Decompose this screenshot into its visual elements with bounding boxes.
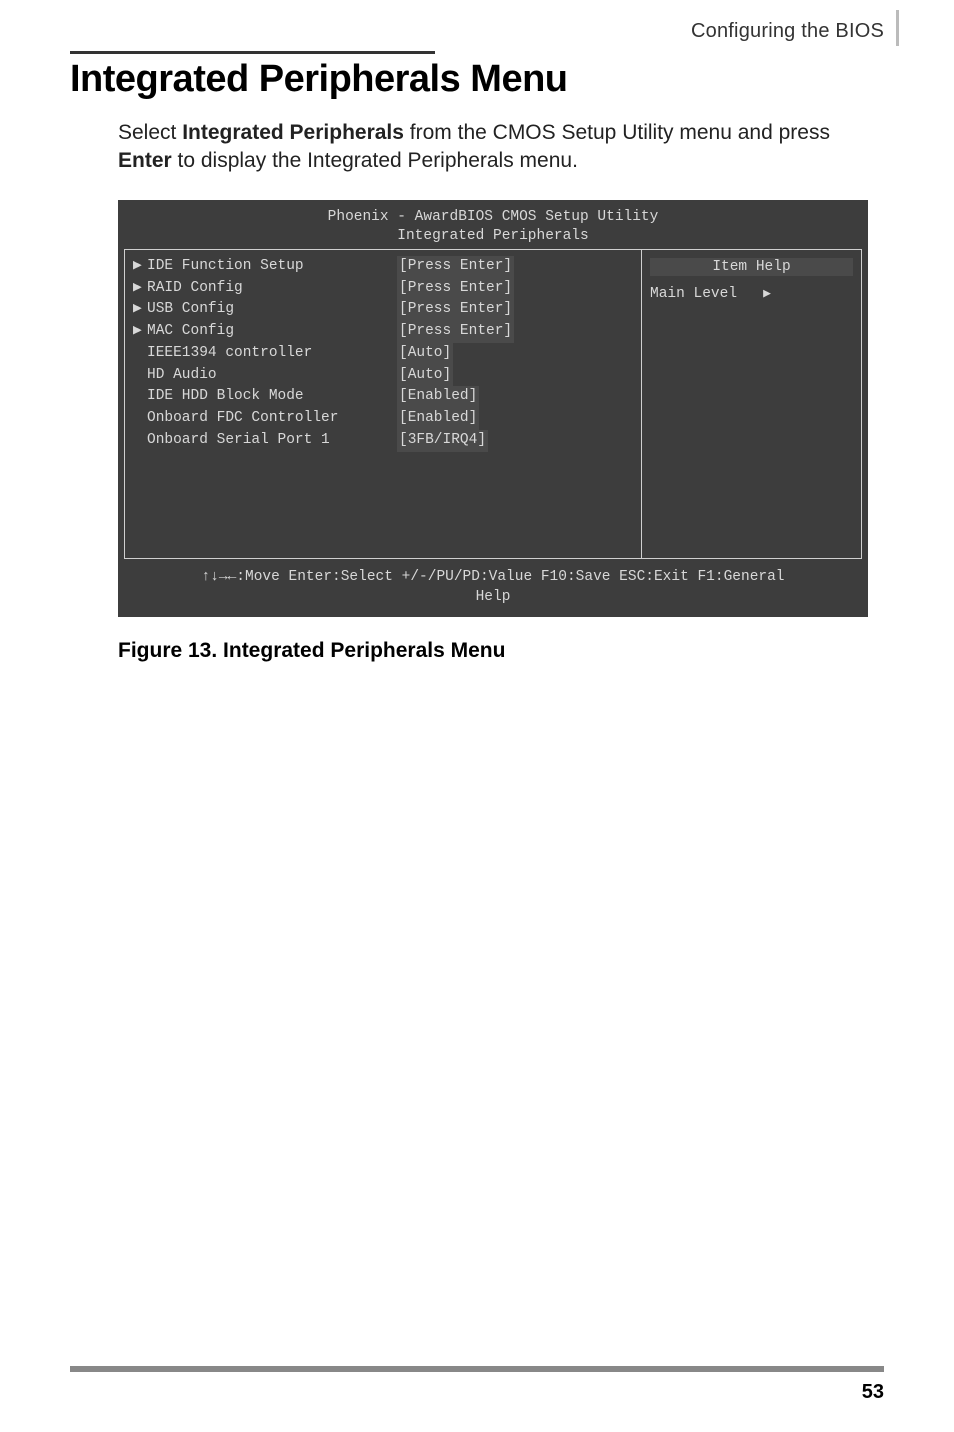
bios-item-label: Onboard Serial Port 1 xyxy=(147,430,397,452)
bios-footer-line2: Help xyxy=(124,587,862,607)
bios-item-label: RAID Config xyxy=(147,278,397,300)
bios-item-value: [Press Enter] xyxy=(397,256,514,278)
bios-footer: ↑↓→←:Move Enter:Select +/-/PU/PD:Value F… xyxy=(124,559,862,608)
intro-text: Select xyxy=(118,121,182,144)
title-divider xyxy=(70,51,435,54)
submenu-arrow-icon: ▶ xyxy=(133,321,147,343)
footer-divider xyxy=(70,1366,884,1372)
bios-item-value: [Auto] xyxy=(397,365,453,387)
bios-row: ▶MAC Config[Press Enter] xyxy=(133,321,633,343)
bios-row: ▶RAID Config[Press Enter] xyxy=(133,278,633,300)
bios-row: ▶IDE Function Setup[Press Enter] xyxy=(133,256,633,278)
bios-row: IEEE1394 controller[Auto] xyxy=(133,343,633,365)
bios-row: Onboard Serial Port 1[3FB/IRQ4] xyxy=(133,430,633,452)
bios-item-value: [Press Enter] xyxy=(397,321,514,343)
bios-frame: ▶IDE Function Setup[Press Enter] ▶RAID C… xyxy=(124,249,862,559)
bios-title: Phoenix - AwardBIOS CMOS Setup Utility I… xyxy=(124,204,862,249)
bios-item-label: IDE Function Setup xyxy=(147,256,397,278)
bios-row: Onboard FDC Controller[Enabled] xyxy=(133,408,633,430)
submenu-arrow-icon: ▶ xyxy=(133,256,147,278)
bios-item-value: [Press Enter] xyxy=(397,278,514,300)
bios-title-line1: Phoenix - AwardBIOS CMOS Setup Utility xyxy=(124,208,862,228)
bios-row: HD Audio[Auto] xyxy=(133,365,633,387)
bios-row: ▶USB Config[Press Enter] xyxy=(133,299,633,321)
bios-item-value: [Auto] xyxy=(397,343,453,365)
bios-help-title: Item Help xyxy=(650,258,853,276)
bios-screenshot: Phoenix - AwardBIOS CMOS Setup Utility I… xyxy=(118,200,868,618)
header-side-rule xyxy=(896,10,899,46)
bios-left-panel: ▶IDE Function Setup[Press Enter] ▶RAID C… xyxy=(125,250,641,558)
bios-item-value: [Press Enter] xyxy=(397,299,514,321)
intro-paragraph: Select Integrated Peripherals from the C… xyxy=(118,119,884,176)
intro-text-post: to display the Integrated Peripherals me… xyxy=(172,149,578,172)
intro-bold-2: Enter xyxy=(118,149,172,172)
level-arrow-icon: ▶ xyxy=(763,286,771,301)
bios-help-level-label: Main Level xyxy=(650,286,737,302)
bios-help-panel: Item Help Main Level ▶ xyxy=(641,250,861,558)
bios-item-label: Onboard FDC Controller xyxy=(147,408,397,430)
bios-item-label: USB Config xyxy=(147,299,397,321)
page-number: 53 xyxy=(862,1381,884,1404)
intro-bold-1: Integrated Peripherals xyxy=(182,121,404,144)
figure-caption: Figure 13. Integrated Peripherals Menu xyxy=(118,639,884,663)
page-title: Integrated Peripherals Menu xyxy=(70,58,884,101)
bios-item-value: [3FB/IRQ4] xyxy=(397,430,488,452)
submenu-arrow-icon: ▶ xyxy=(133,278,147,300)
bios-row: IDE HDD Block Mode[Enabled] xyxy=(133,386,633,408)
bios-item-label: MAC Config xyxy=(147,321,397,343)
bios-footer-line1: ↑↓→←:Move Enter:Select +/-/PU/PD:Value F… xyxy=(124,567,862,587)
bios-item-label: IDE HDD Block Mode xyxy=(147,386,397,408)
submenu-arrow-icon: ▶ xyxy=(133,299,147,321)
header-section-label: Configuring the BIOS xyxy=(70,20,884,43)
bios-help-body: Main Level ▶ xyxy=(650,286,853,302)
bios-item-label: HD Audio xyxy=(147,365,397,387)
bios-item-value: [Enabled] xyxy=(397,408,479,430)
bios-item-label: IEEE1394 controller xyxy=(147,343,397,365)
intro-text-mid: from the CMOS Setup Utility menu and pre… xyxy=(404,121,830,144)
bios-item-value: [Enabled] xyxy=(397,386,479,408)
bios-title-line2: Integrated Peripherals xyxy=(124,227,862,247)
